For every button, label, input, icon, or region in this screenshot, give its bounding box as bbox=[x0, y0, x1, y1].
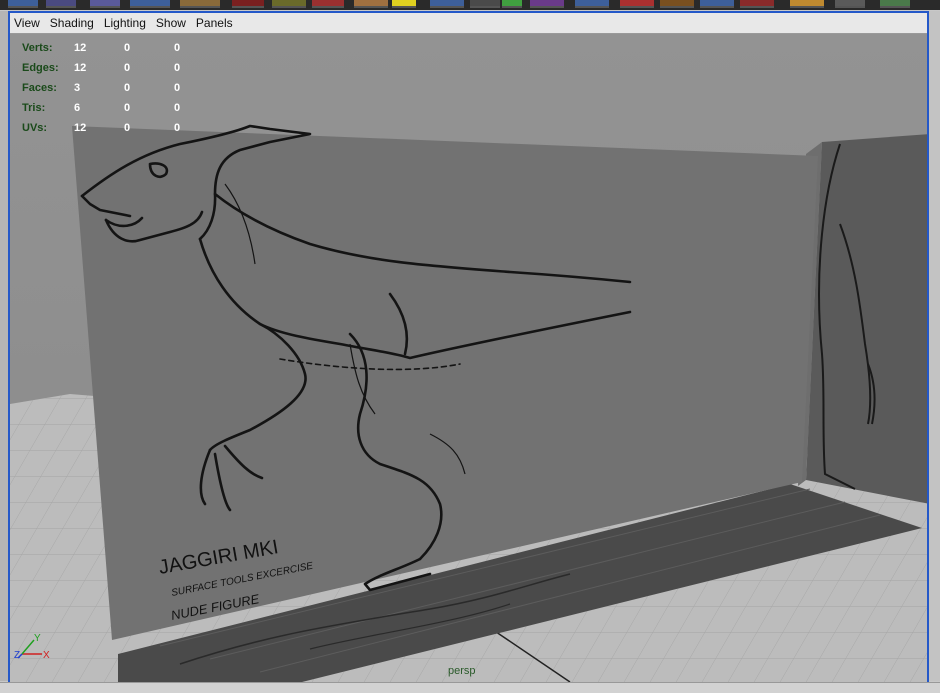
hud-value: 0 bbox=[174, 82, 181, 94]
shelf-icon[interactable] bbox=[232, 0, 264, 8]
axis-x-label: X bbox=[43, 650, 50, 661]
hud-label: Tris: bbox=[22, 102, 46, 114]
poly-count-hud: Verts: 12 0 0 Edges: 12 0 0 Faces: 3 0 0 Tris: 6 0 0… bbox=[22, 38, 224, 138]
hud-value: 0 bbox=[124, 102, 131, 114]
top-shelf bbox=[0, 0, 940, 10]
shelf-icon[interactable] bbox=[835, 0, 865, 8]
shelf-icon[interactable] bbox=[470, 0, 500, 8]
shelf-icon[interactable] bbox=[880, 0, 910, 8]
menu-lighting[interactable]: Lighting bbox=[100, 13, 152, 33]
hud-value: 0 bbox=[174, 62, 181, 74]
hud-label: UVs: bbox=[22, 122, 48, 134]
hud-row-faces: Faces: 3 0 0 bbox=[22, 78, 224, 98]
shelf-icon[interactable] bbox=[620, 0, 654, 8]
hud-value: 12 bbox=[74, 42, 87, 54]
shelf-icon[interactable] bbox=[180, 0, 220, 8]
hud-row-tris: Tris: 6 0 0 bbox=[22, 98, 224, 118]
hud-row-uvs: UVs: 12 0 0 bbox=[22, 118, 224, 138]
shelf-icon[interactable] bbox=[740, 0, 774, 8]
hud-value: 3 bbox=[74, 82, 81, 94]
axis-y-label: Y bbox=[34, 633, 41, 644]
hud-label: Faces: bbox=[22, 82, 57, 94]
hud-value: 0 bbox=[124, 42, 131, 54]
hud-label: Verts: bbox=[22, 42, 53, 54]
time-slider-ruler[interactable] bbox=[0, 682, 940, 693]
shelf-icon[interactable] bbox=[130, 0, 170, 8]
menu-view[interactable]: View bbox=[10, 13, 46, 33]
hud-label: Edges: bbox=[22, 62, 59, 74]
hud-value: 12 bbox=[74, 62, 87, 74]
shelf-icon[interactable] bbox=[660, 0, 694, 8]
hud-row-verts: Verts: 12 0 0 bbox=[22, 38, 224, 58]
shelf-icon[interactable] bbox=[430, 0, 464, 8]
menu-show[interactable]: Show bbox=[152, 13, 192, 33]
hud-value: 0 bbox=[124, 62, 131, 74]
shelf-icon[interactable] bbox=[354, 0, 388, 8]
menu-panels[interactable]: Panels bbox=[192, 13, 239, 33]
camera-name-label: persp bbox=[448, 665, 476, 677]
shelf-icon[interactable] bbox=[272, 0, 306, 8]
hud-value: 12 bbox=[74, 122, 87, 134]
shelf-icon[interactable] bbox=[392, 0, 416, 8]
shelf-icon[interactable] bbox=[575, 0, 609, 8]
left-toolbar-strip bbox=[0, 11, 8, 681]
shelf-icon[interactable] bbox=[312, 0, 344, 8]
shelf-icon[interactable] bbox=[700, 0, 734, 8]
hud-value: 6 bbox=[74, 102, 81, 114]
hud-value: 0 bbox=[124, 82, 131, 94]
shelf-icon[interactable] bbox=[8, 0, 38, 8]
perspective-viewport-panel[interactable]: View Shading Lighting Show Panels JAGGIR… bbox=[8, 11, 929, 684]
hud-value: 0 bbox=[124, 122, 131, 134]
shelf-icon[interactable] bbox=[530, 0, 564, 8]
axis-z-label: Z bbox=[14, 650, 20, 661]
hud-value: 0 bbox=[174, 102, 181, 114]
panel-menubar: View Shading Lighting Show Panels bbox=[10, 13, 927, 34]
hud-value: 0 bbox=[174, 42, 181, 54]
shelf-icon[interactable] bbox=[502, 0, 522, 8]
shelf-icon[interactable] bbox=[46, 0, 76, 8]
menu-shading[interactable]: Shading bbox=[46, 13, 100, 33]
axis-gizmo-icon: X Y Z bbox=[14, 633, 50, 661]
3d-viewport[interactable]: JAGGIRI MKI SURFACE TOOLS EXCERCISE NUDE… bbox=[10, 34, 927, 682]
shelf-icon[interactable] bbox=[790, 0, 824, 8]
hud-row-edges: Edges: 12 0 0 bbox=[22, 58, 224, 78]
hud-value: 0 bbox=[174, 122, 181, 134]
shelf-icon[interactable] bbox=[90, 0, 120, 8]
